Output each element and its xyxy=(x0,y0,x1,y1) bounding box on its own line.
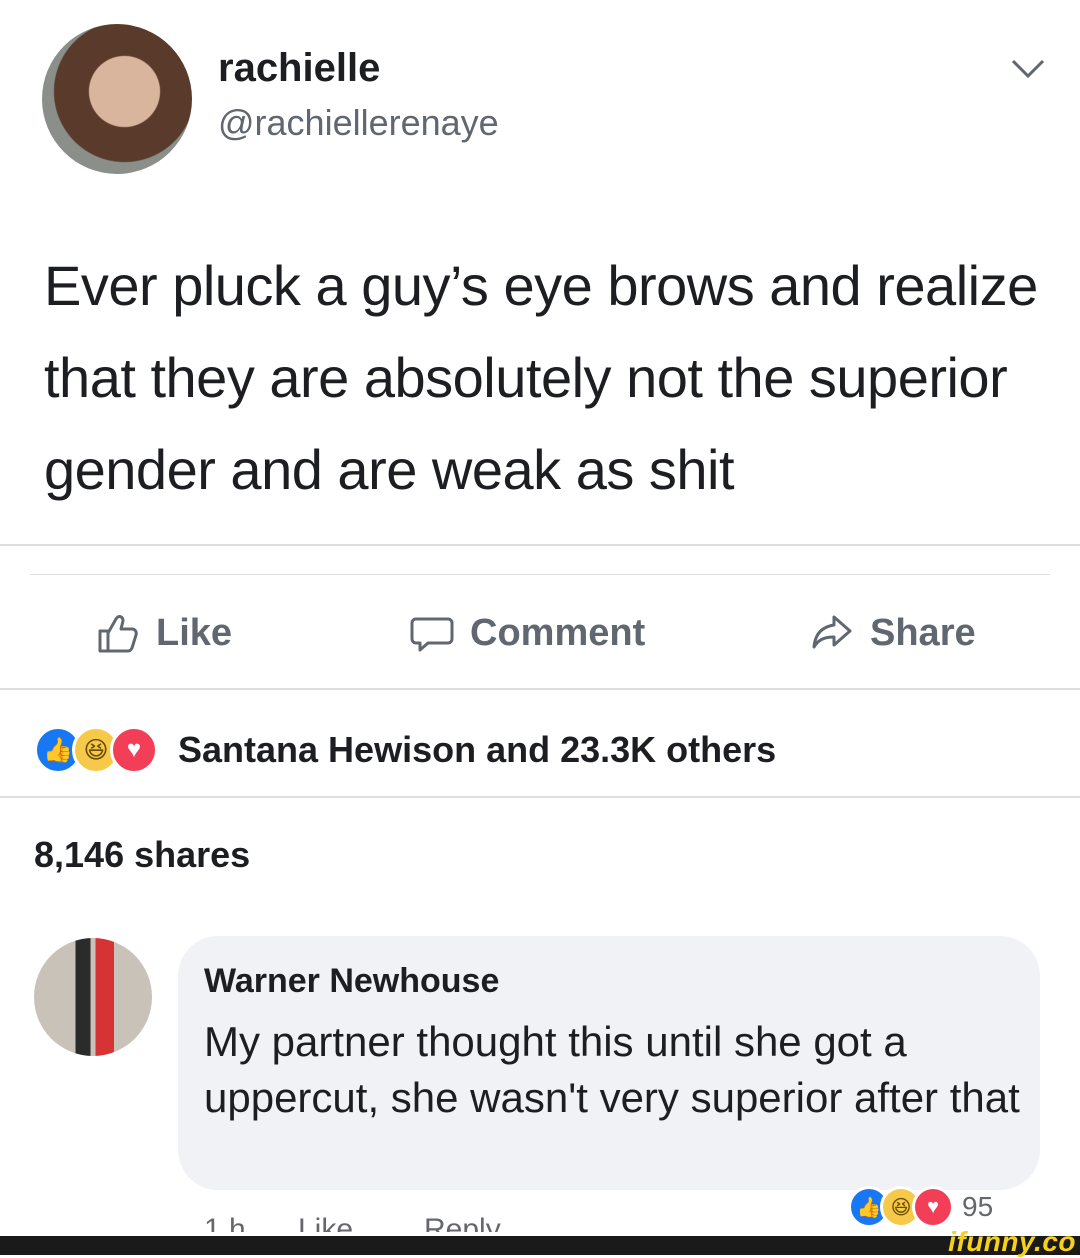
reactions-text: Santana Hewison and 23.3K others xyxy=(178,729,777,770)
author-avatar[interactable] xyxy=(42,24,192,174)
author-name[interactable]: rachielle xyxy=(218,46,380,91)
comment-reactions[interactable]: 👍 😆 ♥ 95 xyxy=(848,1186,993,1228)
commenter-name[interactable]: Warner Newhouse xyxy=(204,962,499,1001)
love-reaction-icon: ♥ xyxy=(110,726,158,774)
comment-icon xyxy=(410,617,454,652)
divider xyxy=(30,574,1050,575)
author-handle[interactable]: @rachiellerenaye xyxy=(218,102,499,144)
thumbs-up-icon xyxy=(98,615,138,653)
comment-reply-link[interactable]: Reply xyxy=(424,1212,501,1232)
divider xyxy=(0,688,1080,690)
share-button[interactable]: Share xyxy=(810,608,976,658)
reactions-summary[interactable]: 👍 😆 ♥ Santana Hewison and 23.3K others xyxy=(34,726,776,774)
watermark-logo: ifunny.co xyxy=(948,1226,1076,1257)
comment-text: My partner thought this until she got a … xyxy=(204,1018,1020,1121)
post-text: Ever pluck a guy’s eye brows and realize… xyxy=(44,254,1038,501)
share-icon xyxy=(812,615,852,649)
like-label: Like xyxy=(156,611,233,654)
love-reaction-icon: ♥ xyxy=(912,1186,954,1228)
divider xyxy=(0,544,1080,546)
share-label: Share xyxy=(870,611,976,654)
comment-like-link[interactable]: Like xyxy=(298,1212,353,1232)
commenter-avatar[interactable] xyxy=(34,938,152,1056)
chevron-down-icon[interactable] xyxy=(1010,56,1046,82)
footer-bar xyxy=(0,1236,1080,1255)
like-button[interactable]: Like xyxy=(96,608,232,658)
comment-button[interactable]: Comment xyxy=(410,608,645,658)
divider xyxy=(0,796,1080,798)
comment-label: Comment xyxy=(470,611,646,654)
comment-reaction-count: 95 xyxy=(962,1191,994,1222)
shares-count[interactable]: 8,146 shares xyxy=(34,834,250,876)
comment-time: 1 h xyxy=(204,1213,246,1232)
